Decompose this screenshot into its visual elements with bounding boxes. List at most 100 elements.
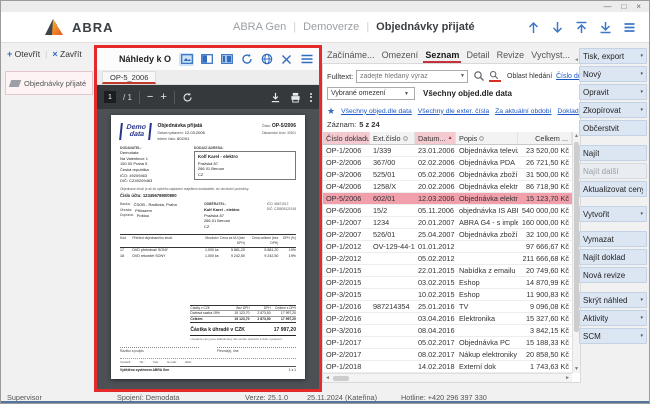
action-vymazat[interactable]: Vymazat xyxy=(579,231,647,247)
quick-filter-vsechny-dle-exter-cisla[interactable]: Všechny dle exter. čísla xyxy=(418,108,489,115)
print-icon[interactable] xyxy=(290,92,301,103)
dropdown-arrow-icon[interactable]: ▾ xyxy=(640,71,643,77)
arrow-up-icon[interactable] xyxy=(526,20,541,35)
table-row[interactable]: OP-1/2007123420.01.2007ABRA G4 - s imple… xyxy=(323,217,572,229)
dropdown-arrow-icon[interactable]: ▾ xyxy=(640,315,643,321)
action-vytvorit[interactable]: Vytvořit▾ xyxy=(579,206,647,222)
split-view-icon[interactable] xyxy=(219,53,234,66)
column-label: Datum... xyxy=(418,134,446,143)
table-row[interactable]: OP-1/201814.02.2018Externí dok1 743,63 K… xyxy=(323,361,572,373)
rotate-icon[interactable] xyxy=(182,92,193,103)
table-row[interactable]: OP-3/201608.04.20163 842,15 Kč xyxy=(323,325,572,337)
scrollbar-thumb[interactable] xyxy=(333,376,349,381)
minimize-button[interactable]: — xyxy=(603,3,611,11)
table-row[interactable]: OP-1/20061/33923.01.2006Objednávka telev… xyxy=(323,145,572,157)
dropdown-arrow-icon[interactable]: ▾ xyxy=(640,53,643,59)
dropdown-arrow-icon[interactable]: ▾ xyxy=(640,89,643,95)
column-header-ext-cislo[interactable]: Ext.číslo xyxy=(370,132,415,144)
table-row[interactable]: OP-2/2007526/0125.04.2007Objednávka zbož… xyxy=(323,229,572,241)
table-row[interactable]: OP-2/201503.02.2015Eshop14 870,99 Kč xyxy=(323,277,572,289)
restriction-select[interactable]: Vybrané omezení ▼ xyxy=(327,87,415,100)
table-row[interactable]: OP-5/2006602/0112.03.2006Objednávka elek… xyxy=(323,193,572,205)
dropdown-arrow-icon[interactable]: ▾ xyxy=(640,107,643,113)
table-row[interactable]: OP-1/201698721435425.01.2016TV9 096,08 K… xyxy=(323,301,572,313)
table-row[interactable]: OP-1/2012OV-129-44-1201.01.201297 666,67… xyxy=(323,241,572,253)
column-filter-icon[interactable] xyxy=(479,136,484,141)
fulltext-input[interactable] xyxy=(357,73,460,80)
action-najit[interactable]: Najít xyxy=(579,145,647,161)
action-scm[interactable]: SCM▾ xyxy=(579,328,647,344)
dropdown-arrow-icon[interactable]: ▾ xyxy=(640,297,643,303)
column-header-celkem[interactable]: Celkem ... xyxy=(518,132,572,144)
document-tab[interactable]: OP-5_2006 xyxy=(102,71,156,84)
menu-icon[interactable] xyxy=(622,20,637,35)
table-row[interactable]: OP-1/201522.01.2015Nabídka z emailu20 74… xyxy=(323,265,572,277)
tab-revize[interactable]: Revize xyxy=(495,48,527,63)
action-tisk-export[interactable]: Tisk, export▾ xyxy=(579,48,647,64)
favorite-star-icon[interactable]: ★ xyxy=(327,107,335,116)
table-row[interactable]: OP-3/201510.02.2015Eshop11 900,83 Kč xyxy=(323,289,572,301)
horizontal-scrollbar[interactable]: ◄ ► xyxy=(323,373,572,382)
close-preview-icon[interactable] xyxy=(279,53,294,66)
tab-seznam[interactable]: Seznam xyxy=(423,48,461,63)
preview-menu-icon[interactable] xyxy=(299,53,314,66)
download-icon[interactable] xyxy=(270,92,281,103)
refresh-icon[interactable] xyxy=(239,53,254,66)
action-skryt-nahled[interactable]: Skrýt náhled▾ xyxy=(579,292,647,308)
table-row[interactable]: OP-2/201603.04.2016Elektronika15 327,60 … xyxy=(323,313,572,325)
arrow-to-bottom-icon[interactable] xyxy=(598,20,613,35)
tab-omezeni[interactable]: Omezení xyxy=(380,48,421,63)
scroll-left-icon[interactable]: ◄ xyxy=(325,375,330,381)
dropdown-arrow-icon[interactable]: ▾ xyxy=(640,333,643,339)
column-header-cislo-dokladu[interactable]: Číslo dokladu▲ xyxy=(323,132,370,144)
dock-left-icon[interactable] xyxy=(199,53,214,66)
table-row[interactable]: OP-2/2006367/0002.02.2006Objednávka PDA2… xyxy=(323,157,572,169)
quick-filter-za-aktualni-obdobi[interactable]: Za aktuální období xyxy=(495,108,551,115)
more-options-icon[interactable] xyxy=(310,93,312,102)
column-filter-icon[interactable] xyxy=(403,136,408,141)
fulltext-search-icon[interactable] xyxy=(489,70,501,82)
action-opravit[interactable]: Opravit▾ xyxy=(579,84,647,100)
scroll-right-icon[interactable]: ► xyxy=(565,375,570,381)
table-row[interactable]: OP-6/200615/205.11.2006objednávka IS ABR… xyxy=(323,205,572,217)
table-row[interactable]: OP-2/201708.02.2017Nákup elektroniky20 8… xyxy=(323,349,572,361)
zoom-in-button[interactable]: + xyxy=(160,92,166,103)
arrow-to-top-icon[interactable] xyxy=(574,20,589,35)
table-row[interactable]: OP-3/2006525/0105.02.2006Objednávka zbož… xyxy=(323,169,572,181)
action-najit-dalsi[interactable]: Najít další xyxy=(579,163,647,179)
table-row[interactable]: OP-2/201205.02.2012211 666,68 Kč xyxy=(323,253,572,265)
tab-zaciname[interactable]: Začínáme... xyxy=(325,48,377,63)
maximize-button[interactable]: □ xyxy=(621,3,626,11)
action-najit-doklad[interactable]: Najít doklad xyxy=(579,249,647,265)
close-agenda-button[interactable]: × Zavřít xyxy=(52,49,81,59)
zoom-out-button[interactable]: − xyxy=(147,92,153,103)
pdf-viewport[interactable]: Demo data Objednávka přijatá Číslo: OP-5… xyxy=(97,109,319,389)
tab-vychyst[interactable]: Vychyst... xyxy=(529,48,572,63)
open-button[interactable]: + Otevřít xyxy=(7,49,40,59)
action-nova-revize[interactable]: Nová revize xyxy=(579,267,647,283)
table-row[interactable]: OP-1/201705.02.2017Objednávka PC15 188,3… xyxy=(323,337,572,349)
close-button[interactable]: × xyxy=(636,3,641,11)
action-obcerstvit[interactable]: Občerstvit xyxy=(579,120,647,136)
chevron-down-icon: ▼ xyxy=(404,91,411,97)
action-novy[interactable]: Nový▾ xyxy=(579,66,647,82)
chevron-down-icon[interactable]: ▼ xyxy=(460,73,467,79)
page-number-input[interactable]: 1 xyxy=(104,91,116,103)
globe-icon[interactable] xyxy=(259,53,274,66)
action-aktualizovat-ceny[interactable]: Aktualizovat ceny xyxy=(579,181,647,197)
cell: OP-1/2012 xyxy=(323,241,370,252)
table-row[interactable]: OP-4/20061258/X20.02.2006Objednávka elek… xyxy=(323,181,572,193)
quick-filter-vsechny-objed-dle-data[interactable]: Všechny objed.dle data xyxy=(341,108,412,115)
sidebar-item-objednavky-prijate[interactable]: Objednávky přijaté xyxy=(5,71,93,95)
column-header-datum[interactable]: Datum...▲ xyxy=(415,132,456,144)
search-icon[interactable] xyxy=(473,70,485,82)
dropdown-arrow-icon[interactable]: ▾ xyxy=(640,211,643,217)
preview-mode-icon[interactable] xyxy=(179,53,194,66)
action-aktivity[interactable]: Aktivity▾ xyxy=(579,310,647,326)
arrow-down-icon[interactable] xyxy=(550,20,565,35)
tab-detail[interactable]: Detail xyxy=(464,48,491,63)
cell: OV-129-44-12 xyxy=(370,241,415,252)
column-header-popis[interactable]: Popis xyxy=(456,132,518,144)
scroll-down-icon[interactable]: ▼ xyxy=(573,366,580,372)
action-zkopirovat[interactable]: Zkopírovat▾ xyxy=(579,102,647,118)
